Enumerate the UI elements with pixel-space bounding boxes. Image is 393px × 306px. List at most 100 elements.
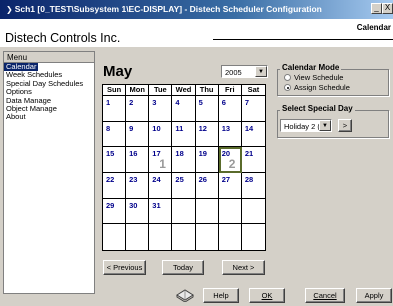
calendar-empty-cell (172, 224, 196, 250)
calendar-day-cell[interactable]: 25 (172, 172, 196, 199)
help-book-icon[interactable] (175, 286, 195, 302)
calendar-day-cell[interactable]: 14 (241, 122, 265, 148)
day-of-week-header: Wed (172, 85, 196, 96)
calendar-day-cell[interactable]: 5 (195, 96, 219, 122)
calendar-day-cell[interactable]: 18 (172, 147, 196, 173)
year-value: 2005 (225, 68, 242, 77)
calendar-day-cell[interactable]: 31 (149, 198, 173, 225)
chevron-down-icon[interactable]: ▼ (255, 66, 267, 77)
calendar-day-cell[interactable]: 21 (241, 147, 265, 173)
day-number: 21 (244, 149, 254, 159)
chevron-down-icon[interactable]: ▼ (319, 120, 331, 131)
year-select[interactable]: 2005 ▼ (221, 65, 268, 78)
day-number: 22 (106, 174, 115, 184)
day-number: 30 (129, 200, 138, 210)
calendar-day-cell[interactable]: 27 (218, 172, 242, 199)
calendar-empty-cell (196, 224, 219, 250)
day-number: 3 (152, 98, 157, 107)
special-day-marker: 1 (159, 157, 166, 172)
calendar-grid: Sun Mon Tue Wed Thu Fri Sat 1 2 3 4 5 6 7 8 9 10 11 12 13 14… (102, 84, 266, 251)
header-divider (213, 39, 393, 40)
calendar-day-cell[interactable]: 3 (149, 96, 173, 122)
calendar-day-cell[interactable]: 26 (195, 172, 219, 199)
day-of-week-header: Sun (103, 85, 127, 96)
day-number: 19 (198, 149, 207, 159)
minimize-button[interactable]: _ (371, 3, 382, 14)
day-number: 13 (221, 123, 231, 133)
view-schedule-label: View Schedule (294, 73, 344, 82)
day-number: 29 (106, 200, 115, 210)
title-bar: ❯ Sch1 [0_TEST\Subsystem 1\EC-DISPLAY] - … (0, 0, 393, 19)
today-button[interactable]: Today (162, 260, 204, 275)
day-of-week-header: Tue (149, 85, 173, 96)
calendar-empty-cell (242, 224, 265, 250)
calendar-empty-cell (103, 224, 127, 250)
view-schedule-option[interactable]: View Schedule (284, 73, 343, 82)
calendar-day-cell[interactable]: 22 (103, 172, 127, 199)
calendar-day-cell[interactable]: 13 (218, 121, 242, 148)
calendar-day-cell[interactable]: 20 2 (218, 147, 242, 173)
day-number: 24 (152, 174, 161, 184)
previous-month-button[interactable]: < Previous (103, 260, 146, 275)
assign-schedule-radio[interactable] (284, 84, 291, 91)
next-month-button[interactable]: Next > (222, 260, 265, 275)
calendar-empty-cell (241, 199, 265, 225)
day-number: 1 (106, 98, 111, 107)
calendar-day-cell[interactable]: 29 (103, 198, 127, 225)
calendar-day-cell[interactable]: 30 (126, 198, 150, 225)
calendar-day-cell[interactable]: 11 (172, 121, 196, 148)
calendar-day-cell[interactable]: 2 (126, 96, 150, 122)
day-number: 4 (175, 98, 180, 107)
assign-schedule-option[interactable]: Assign Schedule (284, 83, 350, 92)
app-icon: ❯ (6, 5, 13, 14)
day-number: 27 (221, 174, 231, 184)
cancel-button[interactable]: Cancel (305, 288, 345, 303)
view-schedule-radio[interactable] (284, 74, 291, 81)
calendar-day-cell[interactable]: 6 (218, 96, 242, 122)
calendar-empty-cell (126, 224, 150, 250)
day-number: 31 (152, 200, 161, 210)
calendar-day-cell[interactable]: 23 (126, 172, 150, 199)
section-title: Calendar (356, 23, 391, 32)
special-day-title: Select Special Day (280, 104, 355, 113)
calendar-day-cell[interactable]: 1 (103, 96, 127, 122)
calendar-day-cell[interactable]: 17 1 (149, 147, 173, 173)
day-number: 5 (198, 98, 203, 107)
special-day-marker: 2 (228, 157, 236, 172)
calendar-day-cell[interactable]: 15 (103, 147, 127, 173)
day-number: 18 (175, 149, 184, 159)
day-of-week-header: Thu (195, 85, 219, 96)
window-title: Sch1 [0_TEST\Subsystem 1\EC-DISPLAY] - D… (14, 4, 322, 14)
day-number: 7 (244, 98, 250, 107)
calendar-day-cell[interactable]: 9 (126, 121, 150, 148)
special-day-select[interactable]: Holiday 2 (2) ▼ (280, 119, 332, 132)
company-name: Distech Controls Inc. (5, 31, 121, 45)
calendar-day-cell[interactable]: 12 (195, 121, 219, 148)
day-number: 25 (175, 174, 184, 184)
calendar-day-cell[interactable]: 8 (103, 121, 127, 148)
day-number: 14 (244, 123, 254, 133)
calendar-day-cell[interactable]: 28 (241, 173, 265, 199)
app-header: Distech Controls Inc. Calendar (0, 19, 393, 47)
day-number: 23 (129, 174, 138, 184)
calendar-day-cell[interactable]: 4 (172, 96, 196, 122)
calendar-day-cell[interactable]: 7 (241, 96, 265, 122)
assign-schedule-label: Assign Schedule (294, 83, 350, 92)
day-number: 9 (129, 123, 134, 133)
ok-button[interactable]: OK (249, 288, 285, 303)
day-number: 15 (106, 149, 115, 159)
calendar-mode-title: Calendar Mode (280, 63, 342, 72)
special-day-go-button[interactable]: > (338, 119, 352, 132)
help-button[interactable]: Help (203, 288, 239, 303)
menu-item-about[interactable]: About (4, 113, 94, 122)
calendar-day-cell[interactable]: 10 (149, 121, 173, 148)
calendar-day-cell[interactable]: 19 (195, 147, 219, 173)
day-of-week-header: Sat (241, 85, 265, 96)
calendar-day-cell[interactable]: 24 (149, 172, 173, 199)
day-number: 10 (152, 123, 161, 133)
calendar-day-cell[interactable]: 16 (126, 147, 150, 173)
calendar-empty-cell (172, 198, 196, 225)
apply-button[interactable]: Apply (356, 288, 392, 303)
day-of-week-header: Fri (218, 85, 242, 96)
close-button[interactable]: X (382, 3, 393, 14)
